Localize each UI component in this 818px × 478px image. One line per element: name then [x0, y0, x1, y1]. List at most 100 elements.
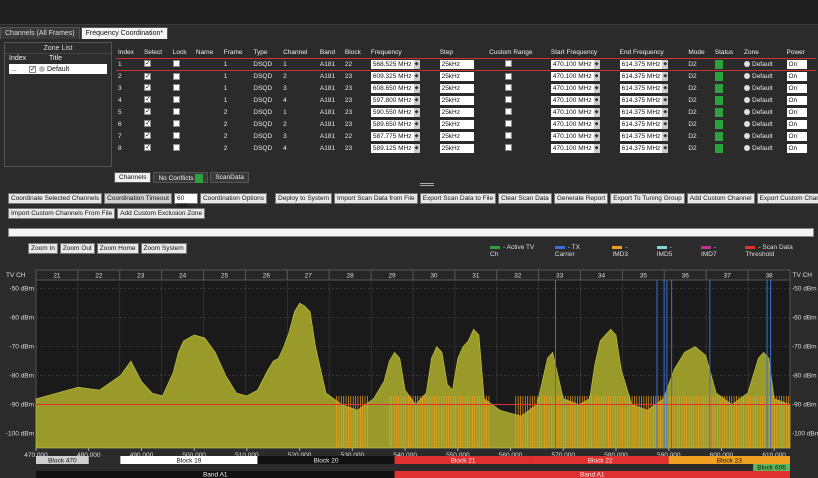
power-select[interactable]: On — [786, 119, 807, 129]
frequency-field[interactable]: 568.525 MHz — [370, 59, 414, 69]
lock-checkbox[interactable] — [172, 120, 180, 128]
col-header-zone[interactable]: Zone — [742, 48, 785, 58]
channel-row[interactable]: 52DSQD1A18123590.550 MHz◆25kHz470.100 MH… — [116, 106, 816, 118]
tab-no-conflicts[interactable]: No Conflicts — [153, 172, 209, 183]
end-frequency-field[interactable]: 614.375 MHz — [619, 107, 663, 117]
frequency-spinner-icon[interactable]: ◆ — [413, 71, 420, 81]
frequency-field[interactable]: 609.325 MHz — [370, 71, 414, 81]
channel-row[interactable]: 41DSQD4A18123597.800 MHz◆25kHz470.100 MH… — [116, 94, 816, 106]
start-spinner-icon[interactable]: ◆ — [593, 59, 600, 69]
select-checkbox[interactable] — [143, 72, 151, 80]
select-checkbox[interactable] — [143, 95, 151, 104]
col-header-frame[interactable]: Frame — [222, 48, 252, 58]
start-spinner-icon[interactable]: ◆ — [593, 131, 600, 141]
power-select[interactable]: On — [786, 107, 807, 117]
lock-checkbox[interactable] — [172, 84, 180, 92]
start-frequency-field[interactable]: 470.100 MHz — [550, 83, 594, 93]
zone-row-default[interactable]: ... Default — [9, 64, 107, 74]
power-select[interactable]: On — [786, 143, 807, 153]
custom-range-checkbox[interactable] — [505, 96, 513, 104]
generate-report-button[interactable]: Generate Report — [553, 193, 609, 204]
lock-checkbox[interactable] — [172, 132, 180, 140]
start-frequency-field[interactable]: 470.100 MHz — [550, 71, 594, 81]
channel-row[interactable]: 11DSQD1A18122568.525 MHz◆25kHz470.100 MH… — [116, 57, 816, 71]
channel-row[interactable]: 72DSQD3A18122587.775 MHz◆25kHz470.100 MH… — [116, 130, 816, 142]
end-spinner-icon[interactable]: ◆ — [662, 119, 669, 129]
power-select[interactable]: On — [786, 59, 807, 69]
end-frequency-field[interactable]: 614.375 MHz — [619, 131, 663, 141]
power-select[interactable]: On — [786, 131, 807, 141]
step-field[interactable]: 25kHz — [439, 59, 474, 69]
col-header-mode[interactable]: Mode — [686, 48, 712, 58]
col-header-type[interactable]: Type — [251, 48, 281, 58]
spectrum-chart[interactable]: TV CH TV CH 21 22 23 24 25 26 27 28 29 30 31 32 33 34 35… — [0, 256, 818, 478]
splitter-handle-icon[interactable] — [420, 183, 434, 186]
custom-range-checkbox[interactable] — [505, 120, 513, 128]
lock-checkbox[interactable] — [172, 108, 180, 116]
start-spinner-icon[interactable]: ◆ — [593, 71, 600, 81]
custom-range-checkbox[interactable] — [505, 72, 513, 80]
tab-channels-all-frames[interactable]: Channels (All Frames) — [0, 27, 80, 39]
end-spinner-icon[interactable]: ◆ — [662, 143, 669, 153]
import-scan-data-button[interactable]: Import Scan Data from File — [333, 193, 418, 204]
zoom-system-button[interactable]: Zoom System — [140, 243, 187, 254]
deploy-to-system-button[interactable]: Deploy to System — [275, 193, 332, 204]
end-frequency-field[interactable]: 614.375 MHz — [619, 95, 663, 105]
col-header-end-frequency[interactable]: End Frequency — [618, 48, 687, 58]
channel-row[interactable]: 31DSQD3A18123608.650 MHz◆25kHz470.100 MH… — [116, 82, 816, 94]
frequency-field[interactable]: 590.550 MHz — [370, 107, 414, 117]
coordination-options-button[interactable]: Coordination Options — [199, 193, 268, 204]
channel-row[interactable]: 62DSQD2A18123589.650 MHz◆25kHz470.100 MH… — [116, 118, 816, 130]
start-spinner-icon[interactable]: ◆ — [593, 143, 600, 153]
end-spinner-icon[interactable]: ◆ — [662, 107, 669, 117]
tab-frequency-coordination[interactable]: Frequency Coordination* — [80, 27, 169, 39]
step-field[interactable]: 25kHz — [439, 119, 474, 129]
custom-range-checkbox[interactable] — [505, 144, 513, 152]
frequency-spinner-icon[interactable]: ◆ — [413, 107, 420, 117]
lock-checkbox[interactable] — [172, 60, 180, 68]
start-frequency-field[interactable]: 470.100 MHz — [550, 107, 594, 117]
col-header-select[interactable]: Select — [142, 48, 171, 58]
zoom-home-button[interactable]: Zoom Home — [96, 243, 139, 254]
custom-range-checkbox[interactable] — [505, 132, 513, 140]
start-frequency-field[interactable]: 470.100 MHz — [550, 95, 594, 105]
frequency-spinner-icon[interactable]: ◆ — [413, 131, 420, 141]
frequency-field[interactable]: 589.650 MHz — [370, 119, 414, 129]
custom-range-checkbox[interactable] — [505, 108, 513, 116]
custom-range-checkbox[interactable] — [505, 84, 513, 92]
end-spinner-icon[interactable]: ◆ — [662, 59, 669, 69]
select-checkbox[interactable] — [143, 83, 151, 92]
tab-scandata[interactable]: ScanData — [210, 172, 249, 183]
select-checkbox[interactable] — [143, 59, 151, 68]
start-frequency-field[interactable]: 470.100 MHz — [550, 119, 594, 129]
end-spinner-icon[interactable]: ◆ — [662, 131, 669, 141]
end-frequency-field[interactable]: 614.375 MHz — [619, 71, 663, 81]
power-select[interactable]: On — [786, 95, 807, 105]
end-frequency-field[interactable]: 614.375 MHz — [619, 143, 663, 153]
frequency-spinner-icon[interactable]: ◆ — [413, 119, 420, 129]
end-frequency-field[interactable]: 614.375 MHz — [619, 119, 663, 129]
frequency-field[interactable]: 597.800 MHz — [370, 95, 414, 105]
select-checkbox[interactable] — [143, 107, 151, 116]
col-header-name[interactable]: Name — [194, 48, 222, 58]
frequency-spinner-icon[interactable]: ◆ — [413, 83, 420, 93]
col-header-band[interactable]: Band — [318, 48, 343, 58]
tab-channels[interactable]: Channels — [114, 172, 152, 183]
col-header-channel[interactable]: Channel — [281, 48, 318, 58]
end-frequency-field[interactable]: 614.375 MHz — [619, 59, 663, 69]
frequency-field[interactable]: 608.650 MHz — [370, 83, 414, 93]
start-frequency-field[interactable]: 470.100 MHz — [550, 59, 594, 69]
col-header-custom-range[interactable]: Custom Range — [487, 48, 549, 58]
step-field[interactable]: 25kHz — [439, 83, 474, 93]
start-frequency-field[interactable]: 470.100 MHz — [550, 143, 594, 153]
lock-checkbox[interactable] — [172, 144, 180, 152]
coordination-timeout-select[interactable]: 60 sec — [173, 193, 198, 209]
frequency-field[interactable]: 587.775 MHz — [370, 131, 414, 141]
export-custom-channels-button[interactable]: Export Custom Channels To File — [756, 193, 818, 204]
channel-row[interactable]: 82DSQD4A18123589.125 MHz◆25kHz470.100 MH… — [116, 142, 816, 154]
power-select[interactable]: On — [786, 83, 807, 93]
export-scan-data-button[interactable]: Export Scan Data to File — [419, 193, 497, 204]
frequency-spinner-icon[interactable]: ◆ — [413, 143, 420, 153]
zoom-in-button[interactable]: Zoom In — [28, 243, 58, 254]
end-spinner-icon[interactable]: ◆ — [662, 71, 669, 81]
